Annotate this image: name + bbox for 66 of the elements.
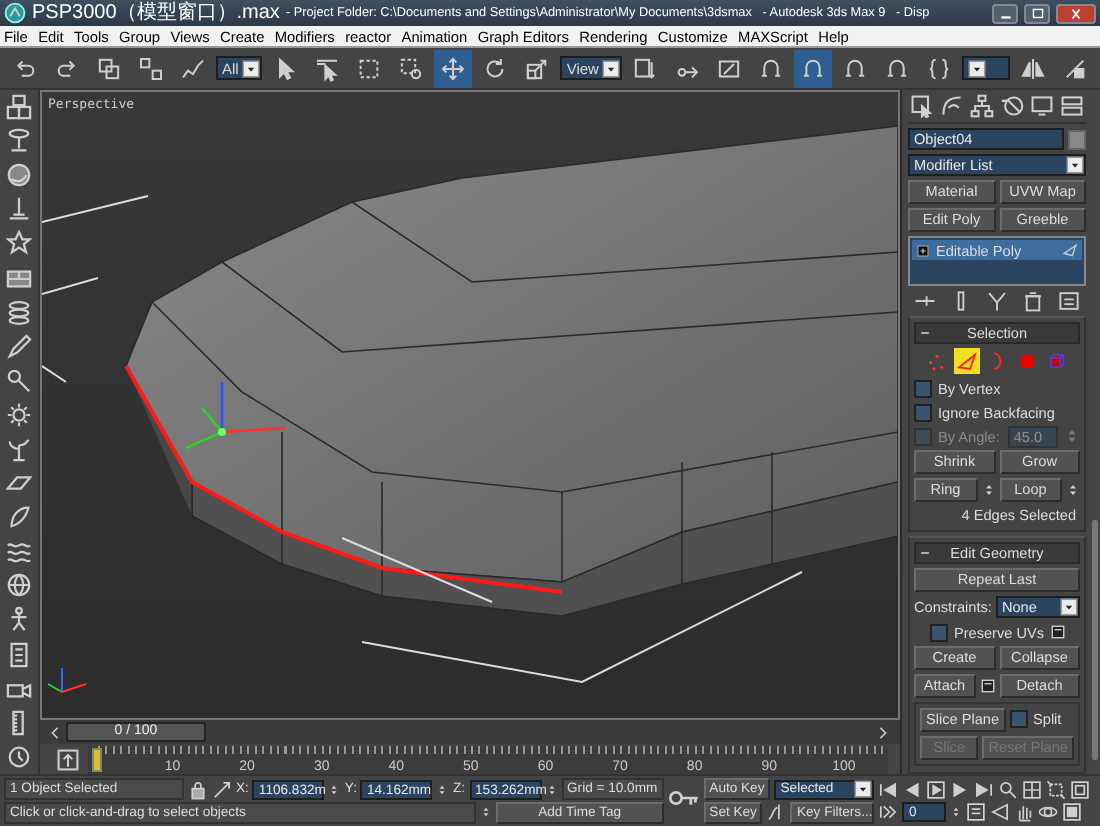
triangle-icon[interactable] xyxy=(954,348,980,374)
grid-line xyxy=(42,365,67,383)
minimize-button[interactable] xyxy=(992,3,1018,23)
axis-tripod-icon xyxy=(47,667,87,693)
hierarchy-icon[interactable] xyxy=(970,94,994,118)
grid-line xyxy=(42,195,149,223)
zoom-extents-icon[interactable] xyxy=(1046,779,1067,800)
boxes-icon[interactable] xyxy=(6,94,32,121)
scroll-icon[interactable] xyxy=(6,641,32,668)
maximize-viewport-icon[interactable] xyxy=(1062,802,1083,823)
close-icon xyxy=(1068,5,1084,21)
zoom-extents-all-icon[interactable] xyxy=(1070,779,1091,800)
time-config-icon[interactable] xyxy=(966,802,987,823)
curve-icon[interactable] xyxy=(940,94,964,118)
window-title: PSP3000（模型窗口）.max xyxy=(32,0,280,26)
checkbox[interactable] xyxy=(930,623,948,641)
orbit-icon[interactable] xyxy=(1038,802,1059,823)
maximize-button[interactable] xyxy=(1024,3,1050,23)
field-of-view-icon[interactable] xyxy=(990,802,1011,823)
wrench-icon[interactable] xyxy=(6,367,32,394)
zoom-all-icon[interactable] xyxy=(1022,779,1043,800)
triangle-icon xyxy=(1062,242,1078,258)
settings-box-icon[interactable] xyxy=(979,678,995,694)
checkbox[interactable] xyxy=(914,379,932,397)
checkbox[interactable] xyxy=(914,403,932,421)
maximize-icon xyxy=(1029,5,1045,21)
gear-icon[interactable] xyxy=(6,401,32,428)
transform-gizmo-drawing xyxy=(185,382,287,450)
app-icon xyxy=(4,2,26,24)
curve-editor-icon[interactable] xyxy=(56,747,80,771)
sapling-icon[interactable] xyxy=(6,435,32,462)
star-icon[interactable] xyxy=(6,230,32,257)
wave-icon[interactable] xyxy=(6,538,32,565)
disc-stack-icon[interactable] xyxy=(6,299,32,326)
next-frame-icon[interactable] xyxy=(950,779,971,800)
lock-icon[interactable] xyxy=(188,779,208,800)
panels-icon[interactable] xyxy=(6,265,32,292)
hand-icon[interactable] xyxy=(1014,802,1035,823)
scrollbar[interactable] xyxy=(1092,520,1098,760)
pointer-rect-icon[interactable] xyxy=(910,94,934,118)
checkbox[interactable] xyxy=(1009,709,1028,727)
grid-line xyxy=(42,277,99,295)
play-icon[interactable] xyxy=(926,779,947,800)
sphere-icon[interactable] xyxy=(6,162,32,189)
go-end-icon[interactable] xyxy=(974,779,995,800)
magnifier-icon[interactable] xyxy=(998,779,1019,800)
key-mode-icon[interactable] xyxy=(878,802,899,823)
pencil-icon[interactable] xyxy=(6,333,32,360)
fork-icon[interactable] xyxy=(985,290,1008,312)
plus-box-icon[interactable] xyxy=(916,243,930,257)
stand-icon[interactable] xyxy=(6,128,32,155)
circle-slash-icon[interactable] xyxy=(1000,94,1024,118)
magnet-icon[interactable] xyxy=(794,49,833,87)
feather-icon[interactable] xyxy=(6,504,32,531)
monitor-icon[interactable] xyxy=(1030,94,1054,118)
close-button[interactable] xyxy=(1056,3,1096,23)
move-icon[interactable] xyxy=(434,49,473,87)
go-start-icon[interactable] xyxy=(878,779,899,800)
frame-marker[interactable] xyxy=(92,747,102,771)
settings-box-icon[interactable] xyxy=(1050,624,1067,640)
figure-icon[interactable] xyxy=(6,606,32,633)
dropdown-field[interactable] xyxy=(962,56,1010,80)
trash-icon[interactable] xyxy=(1022,290,1045,312)
config-icon[interactable] xyxy=(1058,290,1081,312)
color-swatch[interactable] xyxy=(1068,129,1086,149)
globe-icon[interactable] xyxy=(6,572,32,599)
